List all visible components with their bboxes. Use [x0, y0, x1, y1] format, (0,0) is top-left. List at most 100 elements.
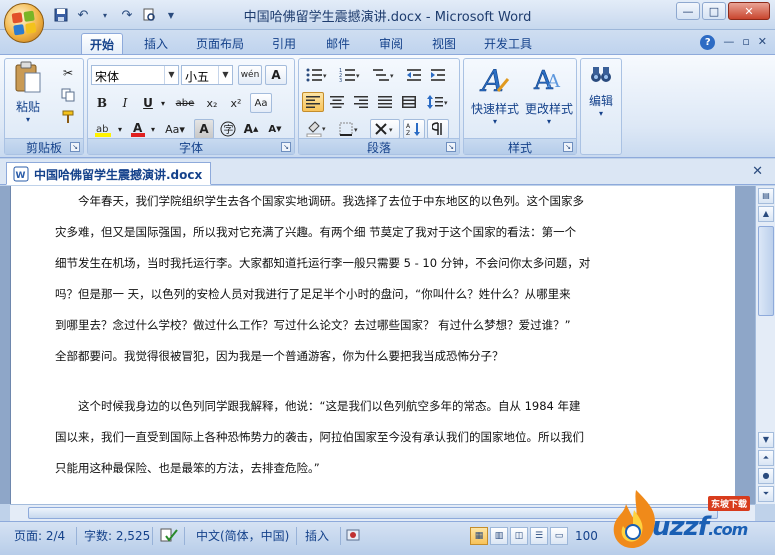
- close-button[interactable]: ✕: [728, 2, 770, 20]
- highlight-icon[interactable]: ab: [92, 119, 114, 139]
- format-painter-icon[interactable]: [57, 107, 79, 127]
- scroll-up-icon[interactable]: ▲: [758, 206, 774, 222]
- document-tab-label: 中国哈佛留学生震撼演讲.docx: [34, 168, 203, 182]
- quick-styles-button[interactable]: A 快速样式 ▾: [468, 61, 522, 135]
- distributed-icon[interactable]: [398, 92, 420, 112]
- maximize-button[interactable]: □: [702, 2, 726, 20]
- font-launcher-icon[interactable]: ↘: [281, 142, 291, 152]
- editing-button[interactable]: 编辑 ▾: [583, 65, 619, 135]
- change-case-button[interactable]: Aa▾: [161, 119, 189, 139]
- paragraph-launcher-icon[interactable]: ↘: [446, 142, 456, 152]
- bullets-icon[interactable]: ▾: [302, 65, 332, 85]
- grow-font-icon[interactable]: A ▲: [240, 119, 262, 139]
- chevron-down-icon[interactable]: ▼: [218, 66, 232, 84]
- full-screen-reading-icon[interactable]: ▥: [490, 527, 508, 545]
- ribbon-minimize-icon[interactable]: —: [723, 35, 734, 50]
- ribbon-close-icon[interactable]: ✕: [758, 35, 767, 50]
- chevron-down-icon[interactable]: ▼: [164, 66, 178, 84]
- tab-home[interactable]: 开始: [81, 33, 123, 54]
- text-line: 全部都要问。我觉得很被冒犯，因为我是一个普通游客，你为什么要把我当成恐怖分子？: [55, 349, 504, 363]
- align-left-icon[interactable]: [302, 92, 324, 112]
- ribbon-restore-icon[interactable]: ▫: [742, 35, 749, 50]
- align-center-icon[interactable]: [326, 92, 348, 112]
- proofing-icon[interactable]: [160, 527, 178, 545]
- styles-launcher-icon[interactable]: ↘: [563, 142, 573, 152]
- zoom-level[interactable]: 100: [575, 527, 598, 545]
- macro-record-icon[interactable]: [346, 527, 362, 545]
- phonetic-label: wén: [240, 70, 260, 80]
- show-marks-icon[interactable]: [427, 119, 449, 139]
- page-count[interactable]: 页面: 2/4: [14, 527, 65, 545]
- minimize-button[interactable]: —: [676, 2, 700, 20]
- vertical-scrollbar[interactable]: ▤ ▲ ▼ ⏶ ● ⏷: [755, 186, 775, 504]
- office-button[interactable]: [4, 3, 44, 43]
- paragraph-group: ▾ 1 2 3 ▾ ▾ ▾ ▾ ▾ ▾ A Z 段落 ↘: [298, 58, 460, 155]
- borders-icon[interactable]: ▾: [335, 119, 365, 139]
- underline-button[interactable]: U: [138, 93, 158, 113]
- word-count[interactable]: 字数: 2,525: [84, 527, 150, 545]
- bold-button[interactable]: B: [92, 93, 112, 113]
- decrease-indent-icon[interactable]: [403, 65, 425, 85]
- cut-icon[interactable]: ✂: [57, 63, 79, 83]
- change-styles-button[interactable]: AA 更改样式 ▾: [522, 61, 576, 135]
- close-document-icon[interactable]: ✕: [752, 164, 763, 179]
- tab-page-layout[interactable]: 页面布局: [190, 33, 250, 54]
- web-layout-icon[interactable]: ◫: [510, 527, 528, 545]
- text-line: 国以来，我们一直受到国际上各种恐怖势力的袭击，阿拉伯国家至今没有承认我们的国家地…: [55, 430, 584, 444]
- clipboard-launcher-icon[interactable]: ↘: [70, 142, 80, 152]
- character-shading-icon[interactable]: A: [194, 119, 214, 139]
- svg-text:A: A: [133, 121, 143, 135]
- align-right-icon[interactable]: [350, 92, 372, 112]
- multilevel-list-icon[interactable]: ▾: [368, 65, 400, 85]
- numbering-icon[interactable]: 1 2 3 ▾: [335, 65, 365, 85]
- tab-mailings[interactable]: 邮件: [317, 33, 359, 54]
- scroll-down-icon[interactable]: ▼: [758, 432, 774, 448]
- character-border-button[interactable]: A: [265, 65, 287, 85]
- highlight-dropdown-icon[interactable]: ▾: [115, 119, 125, 139]
- select-browse-object-icon[interactable]: ●: [758, 468, 774, 484]
- change-styles-dropdown-icon[interactable]: ▾: [522, 117, 576, 126]
- tab-review[interactable]: 审阅: [370, 33, 412, 54]
- copy-icon[interactable]: [57, 85, 79, 105]
- tab-references[interactable]: 引用: [262, 33, 306, 54]
- document-tab[interactable]: W 中国哈佛留学生震撼演讲.docx: [6, 162, 212, 185]
- previous-page-icon[interactable]: ⏶: [758, 450, 774, 466]
- ruler-toggle-icon[interactable]: ▤: [758, 188, 774, 204]
- language-indicator[interactable]: 中文(简体，中国): [196, 527, 289, 545]
- italic-button[interactable]: I: [115, 93, 135, 113]
- phonetic-guide-button[interactable]: wén: [238, 65, 262, 85]
- quick-styles-dropdown-icon[interactable]: ▾: [468, 117, 522, 126]
- editing-dropdown-icon[interactable]: ▾: [583, 109, 619, 118]
- font-color-icon[interactable]: A: [128, 119, 148, 139]
- help-icon[interactable]: ?: [700, 35, 716, 50]
- tab-developer[interactable]: 开发工具: [477, 33, 539, 54]
- clear-formatting-button[interactable]: Aa: [250, 93, 272, 113]
- font-size-combo[interactable]: 小五 ▼: [181, 65, 233, 85]
- ribbon-tabs: 开始 插入 页面布局 引用 邮件 审阅 视图 开发工具 ? — ▫ ✕: [0, 30, 775, 54]
- draft-view-icon[interactable]: ▭: [550, 527, 568, 545]
- subscript-button[interactable]: x₂: [201, 93, 223, 113]
- tab-insert[interactable]: 插入: [136, 33, 176, 54]
- strikethrough-button[interactable]: abe: [172, 93, 198, 113]
- font-name-combo[interactable]: 宋体 ▼: [91, 65, 179, 85]
- insert-mode-indicator[interactable]: 插入: [305, 527, 329, 545]
- sort-icon[interactable]: AZ: [403, 119, 425, 139]
- shading-icon[interactable]: ▾: [302, 119, 332, 139]
- font-color-dropdown-icon[interactable]: ▾: [148, 119, 158, 139]
- paste-button[interactable]: 粘贴 ▾: [9, 61, 47, 124]
- chinese-layout-icon[interactable]: ▾: [370, 119, 400, 139]
- paste-dropdown-icon[interactable]: ▾: [9, 115, 47, 124]
- underline-dropdown-icon[interactable]: ▾: [158, 93, 168, 113]
- enclose-characters-icon[interactable]: 字: [218, 119, 238, 139]
- superscript-button[interactable]: x²: [225, 93, 247, 113]
- view-buttons: ▦ ▥ ◫ ☰ ▭: [470, 527, 568, 545]
- line-spacing-icon[interactable]: ▾: [423, 92, 453, 112]
- outline-view-icon[interactable]: ☰: [530, 527, 548, 545]
- justify-icon[interactable]: [374, 92, 396, 112]
- print-layout-view-icon[interactable]: ▦: [470, 527, 488, 545]
- vertical-scroll-thumb[interactable]: [758, 226, 774, 316]
- shrink-font-icon[interactable]: A ▼: [264, 119, 286, 139]
- tab-view[interactable]: 视图: [422, 33, 466, 54]
- increase-indent-icon[interactable]: [427, 65, 449, 85]
- document-page[interactable]: 今年春天，我们学院组织学生去各个国家实地调研。我选择了去位于中东地区的以色列。这…: [10, 186, 735, 504]
